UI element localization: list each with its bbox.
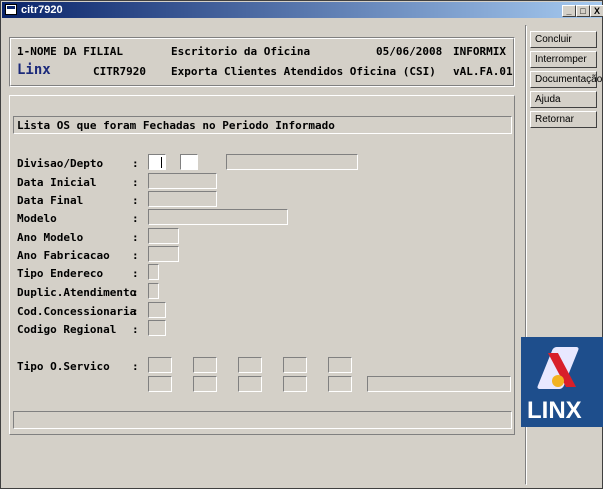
database-name: INFORMIX (453, 45, 506, 58)
filial-name: 1-NOME DA FILIAL (17, 45, 123, 58)
data-inicial-label: Data Inicial (17, 176, 97, 189)
data-final-input[interactable] (148, 191, 217, 207)
tipo-endereco-input[interactable] (148, 264, 159, 280)
brand-label: Linx (17, 62, 51, 78)
codigo-regional-input[interactable] (148, 320, 166, 336)
concluir-button[interactable]: Concluir (530, 31, 597, 48)
ano-fabricacao-input[interactable] (148, 246, 179, 262)
program-description: Exporta Clientes Atendidos Oficina (CSI) (171, 65, 436, 78)
modelo-input[interactable] (148, 209, 288, 225)
tipo-servico-input-6[interactable] (148, 376, 172, 392)
ano-modelo-label: Ano Modelo (17, 231, 84, 244)
ajuda-button[interactable]: Ajuda (530, 91, 597, 108)
window-title: citr7920 (21, 4, 63, 16)
ano-fabricacao-label: Ano Fabricacao (17, 249, 110, 262)
title-bar: citr7920 _ □ X (2, 2, 603, 18)
duplic-atendimento-label: Duplic.Atendimento (17, 286, 137, 299)
tipo-servico-input-10[interactable] (328, 376, 352, 392)
data-final-label: Data Final (17, 194, 84, 207)
cod-concessionaria-input[interactable] (148, 302, 166, 318)
program-code: CITR7920 (93, 65, 146, 78)
interromper-button[interactable]: Interromper (530, 51, 597, 68)
main-window: citr7920 _ □ X 1-NOME DA FILIAL Escritor… (0, 0, 603, 489)
retornar-button[interactable]: Retornar (530, 111, 597, 128)
tipo-endereco-label: Tipo Endereco (17, 267, 104, 280)
status-bar (13, 411, 512, 429)
documentacao-button[interactable]: Documentação (530, 71, 602, 88)
current-date: 05/06/2008 (376, 45, 443, 58)
modelo-label: Modelo (17, 212, 57, 225)
program-version: vAL.FA.01 (453, 65, 513, 78)
section-title: Lista OS que foram Fechadas no Periodo I… (17, 119, 335, 132)
depto-input[interactable] (180, 154, 198, 170)
tipo-servico-input-7[interactable] (193, 376, 217, 392)
divisao-label: Divisao/Depto (17, 157, 104, 170)
data-inicial-input[interactable] (148, 173, 217, 189)
divisao-description-field (226, 154, 358, 170)
text-cursor (161, 157, 162, 168)
minimize-button[interactable]: _ (562, 5, 576, 17)
logo-text: LINX (527, 397, 582, 424)
divisao-input[interactable] (148, 154, 166, 170)
linx-logo: LINX (521, 337, 603, 427)
tipo-servico-input-3[interactable] (238, 357, 262, 373)
cod-concessionaria-label: Cod.Concessionaria (17, 305, 137, 318)
tipo-servico-input-5[interactable] (328, 357, 352, 373)
duplic-atendimento-input[interactable] (148, 283, 159, 299)
close-button[interactable]: X (590, 5, 603, 17)
tipo-servico-input-8[interactable] (238, 376, 262, 392)
tipo-servico-input-1[interactable] (148, 357, 172, 373)
app-icon (5, 4, 17, 15)
ano-modelo-input[interactable] (148, 228, 179, 244)
maximize-button[interactable]: □ (576, 5, 590, 17)
tipo-servico-input-2[interactable] (193, 357, 217, 373)
tipo-servico-label: Tipo O.Servico (17, 360, 110, 373)
oficina-name: Escritorio da Oficina (171, 45, 311, 58)
tipo-servico-input-4[interactable] (283, 357, 307, 373)
codigo-regional-label: Codigo Regional (17, 323, 117, 336)
tipo-servico-description-field (367, 376, 511, 392)
tipo-servico-input-9[interactable] (283, 376, 307, 392)
